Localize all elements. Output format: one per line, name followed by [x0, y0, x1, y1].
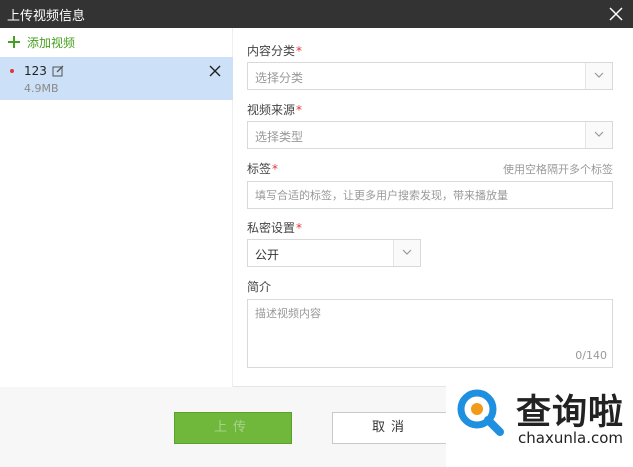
remove-file-icon[interactable] — [208, 64, 222, 78]
video-list-panel: 添加视频 123 4.9MB — [0, 28, 233, 387]
source-select[interactable]: 选择类型 — [247, 121, 613, 149]
tags-label: 标签* — [247, 160, 278, 177]
category-required-mark: * — [296, 44, 303, 58]
cancel-button[interactable]: 取消 — [332, 412, 450, 444]
source-label: 视频来源* — [247, 101, 302, 118]
tags-input[interactable] — [247, 181, 613, 209]
privacy-required-mark: * — [296, 221, 303, 235]
plus-icon — [7, 35, 21, 49]
intro-label: 简介 — [247, 280, 272, 294]
magnifier-logo-icon — [456, 388, 506, 438]
category-select-value: 选择分类 — [255, 71, 304, 85]
required-dot-icon — [10, 69, 14, 73]
dialog-body: 添加视频 123 4.9MB 内容分类* 选择分类 视频来源* 选择类型 标签*… — [0, 28, 633, 387]
privacy-label: 私密设置* — [247, 219, 302, 236]
watermark: 查询啦 chaxunla.com — [446, 376, 633, 467]
tags-required-mark: * — [272, 162, 279, 176]
tags-label-text: 标签 — [247, 162, 272, 176]
tags-hint: 使用空格隔开多个标签 — [503, 163, 613, 176]
video-file-name: 123 — [24, 64, 47, 78]
video-file-size: 4.9MB — [24, 82, 59, 95]
dialog-title: 上传视频信息 — [7, 9, 86, 24]
privacy-select-value: 公开 — [255, 248, 280, 262]
dialog-titlebar: 上传视频信息 — [0, 0, 633, 28]
chevron-down-icon — [393, 240, 420, 266]
intro-textarea[interactable] — [247, 299, 613, 368]
add-video-label: 添加视频 — [27, 35, 76, 50]
privacy-select[interactable]: 公开 — [247, 239, 421, 267]
source-required-mark: * — [296, 103, 303, 117]
edit-icon[interactable] — [52, 65, 64, 77]
watermark-domain: chaxunla.com — [518, 429, 623, 447]
source-label-text: 视频来源 — [247, 103, 296, 117]
upload-button[interactable]: 上传 — [174, 412, 292, 444]
add-video-button[interactable]: 添加视频 — [7, 33, 75, 51]
privacy-label-text: 私密设置 — [247, 221, 296, 235]
close-icon[interactable] — [607, 5, 625, 23]
chevron-down-icon — [585, 63, 612, 89]
category-select[interactable]: 选择分类 — [247, 62, 613, 90]
source-select-value: 选择类型 — [255, 130, 304, 144]
watermark-brand: 查询啦 — [516, 393, 625, 433]
chevron-down-icon — [585, 122, 612, 148]
intro-char-counter: 0/140 — [575, 349, 607, 362]
category-label-text: 内容分类 — [247, 44, 296, 58]
category-label: 内容分类* — [247, 42, 302, 59]
video-file-item[interactable]: 123 4.9MB — [0, 57, 233, 100]
